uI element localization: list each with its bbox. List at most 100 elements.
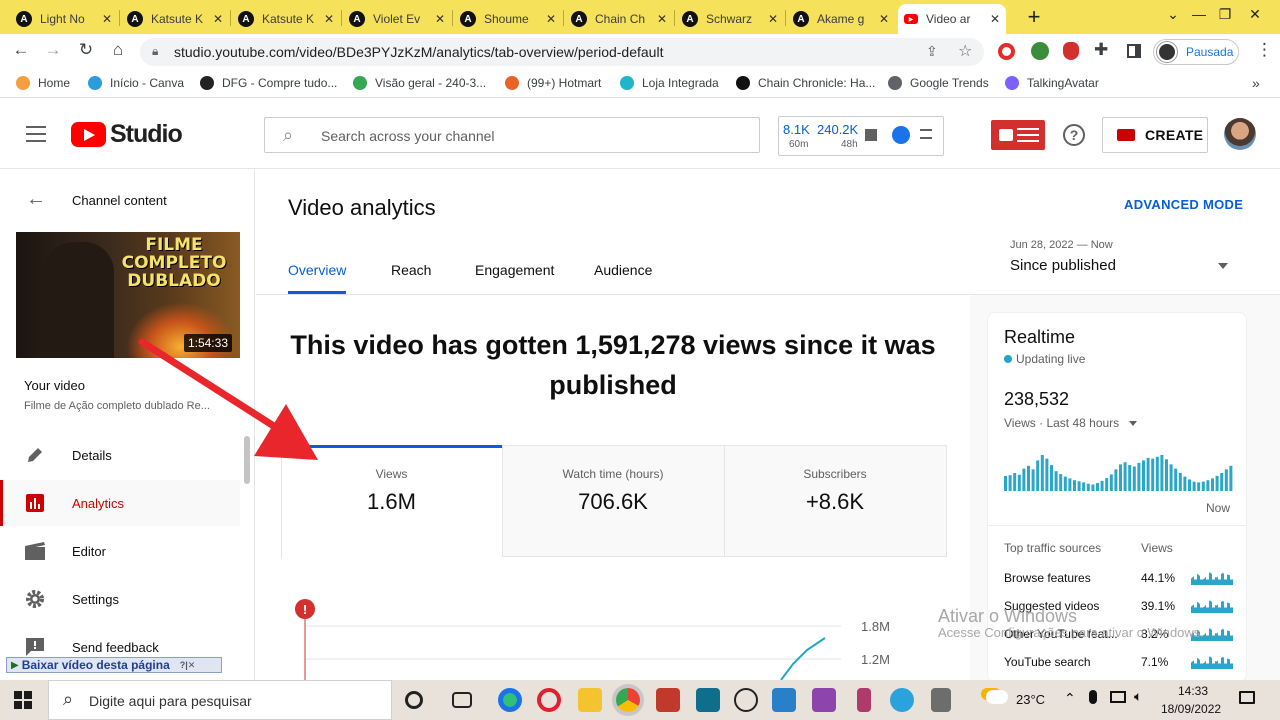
bookmark-item[interactable]: Google Trends (888, 76, 989, 90)
tab-close-icon[interactable]: ✕ (435, 12, 445, 26)
chrome-icon[interactable] (616, 688, 640, 712)
help-icon[interactable]: ? (1063, 124, 1085, 146)
bookmark-item[interactable]: Chain Chronicle: Ha... (736, 76, 875, 90)
channel-stats-widget[interactable]: 8.1K 60m 240.2K 48h (778, 116, 944, 156)
tab-overview[interactable]: Overview (288, 262, 346, 278)
app-icon-2[interactable] (696, 688, 720, 712)
back-arrow-icon[interactable]: ← (26, 188, 46, 211)
cortana-icon[interactable] (405, 691, 423, 709)
puzzle-extensions-icon[interactable]: ✚ (1094, 40, 1108, 60)
tab-close-icon[interactable]: ✕ (213, 12, 223, 26)
volume-icon[interactable]: 🔈︎ (1134, 688, 1142, 705)
account-avatar[interactable] (1224, 118, 1256, 150)
side-panel-icon[interactable] (1127, 44, 1141, 58)
sidebar-item-analytics[interactable]: Analytics (0, 480, 240, 526)
download-bar-controls[interactable]: ?|✕ (180, 660, 196, 671)
bookmark-item[interactable]: Loja Integrada (620, 76, 719, 90)
calculator-icon[interactable] (931, 688, 951, 712)
tab-reach[interactable]: Reach (391, 262, 431, 278)
tab-close-icon[interactable]: ✕ (657, 12, 667, 26)
taskbar-search-input[interactable]: ⌕ Digite aqui para pesquisar (48, 680, 392, 720)
forward-arrow-icon[interactable]: → (42, 40, 64, 60)
bookmark-star-icon[interactable]: ☆ (958, 41, 972, 61)
youtube-logo-icon[interactable] (71, 122, 106, 147)
tab-close-icon[interactable]: ✕ (990, 12, 1000, 26)
kpi-card-3[interactable]: Subscribers +8.6K (724, 445, 946, 557)
bookmark-item[interactable]: DFG - Compre tudo... (200, 76, 337, 90)
app-icon-5[interactable] (857, 688, 871, 712)
opera-icon[interactable] (537, 688, 561, 712)
tab-audience[interactable]: Audience (594, 262, 652, 278)
period-selector[interactable]: Since published (1010, 257, 1232, 279)
app-icon-3[interactable] (734, 688, 758, 712)
share-icon[interactable]: ⇪ (926, 43, 938, 60)
browser-tab[interactable]: A Katsute K ✕ (232, 4, 340, 34)
sidebar-item-settings[interactable]: Settings (0, 576, 240, 622)
microphone-icon[interactable] (1089, 690, 1097, 704)
browser-tab[interactable]: A Schwarz ✕ (676, 4, 784, 34)
sidebar-item-editor[interactable]: Editor (0, 528, 240, 574)
browser-tab[interactable]: ▶ Video ar ✕ (898, 4, 1006, 34)
browser-tab[interactable]: A Violet Ev ✕ (343, 4, 451, 34)
close-window-icon[interactable]: ✕ (1240, 6, 1270, 23)
traffic-source-row[interactable]: Other YouTube feat... 8.2% (1004, 627, 1234, 647)
app-icon-4[interactable] (812, 688, 836, 712)
clock-time[interactable]: 14:33 (1178, 684, 1208, 698)
browser-tab[interactable]: A Chain Ch ✕ (565, 4, 673, 34)
tab-engagement[interactable]: Engagement (475, 262, 554, 278)
task-view-icon[interactable] (452, 692, 472, 708)
browser-tab[interactable]: A Akame g ✕ (787, 4, 895, 34)
create-button[interactable]: CREATE (1102, 117, 1208, 153)
list-menu-icon[interactable] (920, 129, 932, 139)
edge-icon[interactable] (498, 688, 522, 712)
bookmark-item[interactable]: TalkingAvatar (1005, 76, 1099, 90)
tab-close-icon[interactable]: ✕ (879, 12, 889, 26)
weather-temp[interactable]: 23°C (1016, 692, 1045, 707)
app-icon-1[interactable] (656, 688, 680, 712)
browser-menu-icon[interactable]: ⋮ (1256, 40, 1273, 60)
browser-tab[interactable]: A Shoume ✕ (454, 4, 562, 34)
weather-icon[interactable] (986, 690, 1008, 704)
network-icon[interactable] (1110, 691, 1126, 703)
reload-icon[interactable]: ↻ (75, 40, 97, 60)
live-badge-icon[interactable] (991, 120, 1045, 150)
traffic-source-row[interactable]: Suggested videos 39.1% (1004, 599, 1234, 619)
download-video-bar[interactable]: ▶ Baixar vídeo desta página ?|✕ (6, 657, 222, 673)
tab-close-icon[interactable]: ✕ (546, 12, 556, 26)
realtime-metric-selector[interactable]: Views · Last 48 hours (1004, 416, 1137, 430)
notifications-icon[interactable] (1239, 691, 1255, 704)
tab-close-icon[interactable]: ✕ (102, 12, 112, 26)
back-arrow-icon[interactable]: ← (10, 40, 32, 60)
channel-content-link[interactable]: Channel content (72, 193, 167, 208)
tray-chevron-icon[interactable]: ⌃ (1064, 690, 1076, 707)
telegram-icon[interactable] (890, 688, 914, 712)
bookmark-item[interactable]: Home (16, 76, 70, 90)
restore-icon[interactable]: ❐ (1210, 6, 1240, 23)
hamburger-menu-icon[interactable] (26, 126, 46, 142)
browser-tab[interactable]: A Katsute K ✕ (121, 4, 229, 34)
traffic-source-row[interactable]: YouTube search 7.1% (1004, 655, 1234, 675)
photos-icon[interactable] (772, 688, 796, 712)
new-tab-button[interactable]: + (1020, 4, 1048, 30)
bookmark-item[interactable]: Visão geral - 240-3... (353, 76, 486, 90)
browser-tab[interactable]: A Light No ✕ (10, 4, 118, 34)
kpi-card-2[interactable]: Watch time (hours) 706.6K (502, 445, 724, 557)
file-explorer-icon[interactable] (578, 688, 602, 712)
home-icon[interactable]: ⌂ (107, 40, 129, 60)
extension-play-icon[interactable] (892, 126, 910, 144)
bookmark-item[interactable]: (99+) Hotmart (505, 76, 601, 90)
bookmark-item[interactable]: Início - Canva (88, 76, 184, 90)
channel-search-input[interactable]: ⌕ Search across your channel (264, 117, 760, 153)
shield-extension-icon[interactable] (1063, 42, 1079, 60)
advanced-mode-link[interactable]: ADVANCED MODE (1124, 197, 1243, 212)
record-extension-icon[interactable] (998, 43, 1015, 60)
more-bookmarks-button[interactable]: » (1252, 75, 1260, 91)
clock-date[interactable]: 18/09/2022 (1161, 702, 1221, 716)
tab-close-icon[interactable]: ✕ (324, 12, 334, 26)
traffic-source-row[interactable]: Browse features 44.1% (1004, 571, 1234, 591)
tab-close-icon[interactable]: ✕ (768, 12, 778, 26)
windows-start-icon[interactable] (14, 691, 32, 709)
globe-extension-icon[interactable] (1031, 42, 1049, 60)
address-bar[interactable]: 🔒︎ studio.youtube.com/video/BDe3PYJzKzM/… (140, 38, 984, 66)
profile-button[interactable]: Pausada (1153, 39, 1239, 65)
